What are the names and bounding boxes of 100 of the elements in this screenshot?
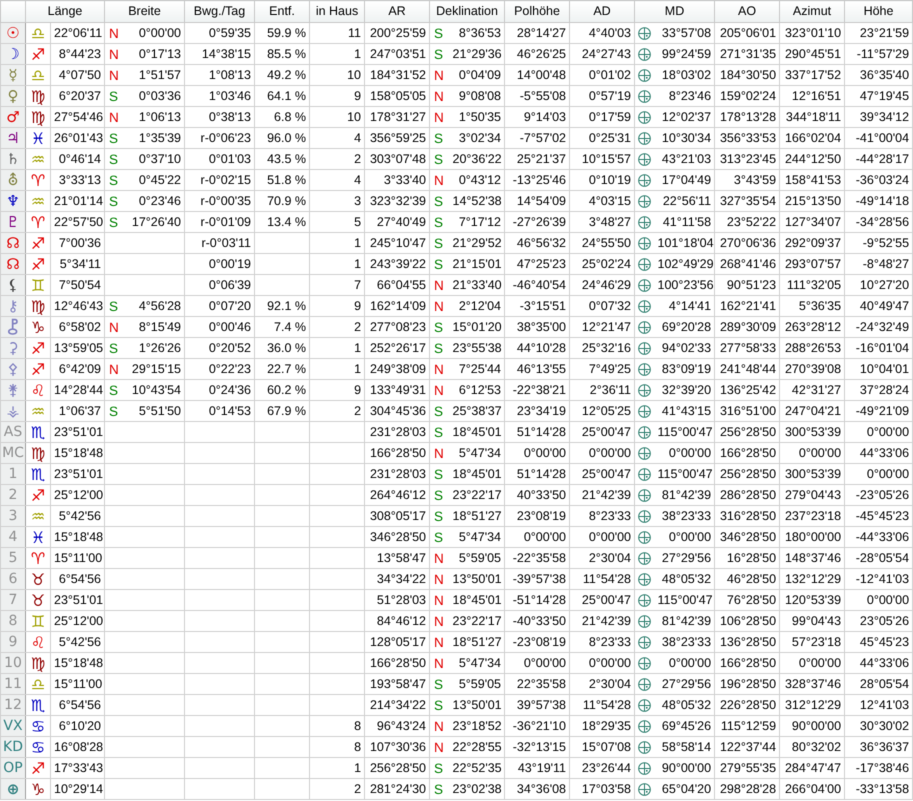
table-cell: 115°00'47 xyxy=(654,590,715,610)
table-cell: -24°32'49 xyxy=(844,316,913,338)
table-cell: 38°23'33 xyxy=(654,506,715,526)
table-cell: 0°10'19 xyxy=(570,170,635,190)
table-cell: 237°23'18 xyxy=(780,506,845,526)
column-header[interactable]: in Haus xyxy=(310,0,365,22)
table-cell: 0°00'00 xyxy=(504,526,570,548)
table-cell: -44°33'06 xyxy=(844,526,913,548)
zodiac-glyph: ♊ xyxy=(26,610,50,632)
table-cell: 69°45'26 xyxy=(654,716,715,736)
table-cell: 23°26'44 xyxy=(570,758,635,778)
table-cell: 4 xyxy=(310,128,365,148)
zodiac-glyph: ♓ xyxy=(26,526,50,548)
table-cell: 9 xyxy=(310,380,365,400)
zodiac-glyph: ♓ xyxy=(26,128,50,148)
table-cell: 6°20'37 xyxy=(50,86,105,106)
table-cell: 231°28'03 xyxy=(364,422,430,442)
table-cell: 313°23'45 xyxy=(714,148,780,170)
zodiac-glyph: ♍ xyxy=(26,296,50,316)
table-cell: 193°58'47 xyxy=(364,674,430,694)
table-cell: 81°42'39 xyxy=(654,610,715,632)
table-cell: 0°00'00 xyxy=(654,526,715,548)
table-cell: 7°25'44 xyxy=(450,358,505,380)
row-label: 2 xyxy=(0,484,26,506)
table-cell: 1°26'26 xyxy=(124,338,185,358)
table-cell: 252°26'17 xyxy=(364,338,430,358)
zodiac-glyph: ♈ xyxy=(26,170,50,190)
row-label: ♃ xyxy=(0,128,26,148)
circle-cross-icon xyxy=(638,594,652,607)
table-cell: 65°04'20 xyxy=(654,778,715,800)
circle-cross-icon xyxy=(638,384,652,397)
table-cell: 0°01'02 xyxy=(570,64,635,86)
circle-cross-icon xyxy=(638,236,652,250)
table-cell: 16°28'50 xyxy=(714,548,780,568)
column-header[interactable]: Bwg./Tag xyxy=(184,0,255,22)
circle-cross-icon xyxy=(638,698,652,712)
table-cell: 180°00'00 xyxy=(780,526,845,548)
table-cell: 356°59'25 xyxy=(364,128,430,148)
column-header[interactable]: Deklination xyxy=(430,0,505,22)
table-cell: 8°36'53 xyxy=(450,22,505,44)
table-cell: 205°06'01 xyxy=(714,22,780,44)
table-cell: 268°41'46 xyxy=(714,254,780,274)
table-cell: 0°06'39 xyxy=(184,274,255,296)
column-header[interactable]: Höhe xyxy=(844,0,913,22)
table-cell: 25°12'00 xyxy=(50,610,105,632)
column-header[interactable]: Entf. xyxy=(254,0,310,22)
table-cell: 184°31'52 xyxy=(364,64,430,86)
table-cell: 266°04'00 xyxy=(780,778,845,800)
table-cell: 2 xyxy=(310,778,365,800)
table-cell: -5°55'08 xyxy=(504,86,570,106)
row-label: KD xyxy=(0,736,26,758)
circle-cross-icon xyxy=(638,636,652,649)
table-cell: 243°39'22 xyxy=(364,254,430,274)
table-cell: r-0°03'11 xyxy=(184,232,255,254)
table-cell: 166°28'50 xyxy=(714,652,780,674)
table-cell: 162°14'09 xyxy=(364,296,430,316)
table-cell: 136°28'50 xyxy=(714,632,780,652)
table-cell: 106°28'50 xyxy=(714,610,780,632)
table-cell: 0°00'00 xyxy=(570,526,635,548)
table-cell: 2 xyxy=(310,316,365,338)
column-header[interactable]: AR xyxy=(364,0,430,22)
zodiac-glyph: ♑ xyxy=(26,316,50,338)
table-cell: 18°45'01 xyxy=(450,464,505,484)
table-cell: 18°29'35 xyxy=(570,716,635,736)
table-cell: 166°28'50 xyxy=(364,442,430,464)
column-header[interactable]: AD xyxy=(570,0,635,22)
table-cell: 64.1 % xyxy=(254,86,310,106)
table-cell: 15°01'20 xyxy=(450,316,505,338)
table-cell: 270°06'36 xyxy=(714,232,780,254)
table-cell: 12°05'25 xyxy=(570,400,635,422)
column-header[interactable]: Polhöhe xyxy=(504,0,570,22)
column-header[interactable]: AO xyxy=(714,0,780,22)
table-cell: 6°12'53 xyxy=(450,380,505,400)
column-header[interactable]: Länge xyxy=(26,0,105,22)
table-cell: 13°59'05 xyxy=(50,338,105,358)
table-cell: 1 xyxy=(310,44,365,64)
table-cell: 94°02'33 xyxy=(654,338,715,358)
table-cell: 12°46'43 xyxy=(50,296,105,316)
column-header[interactable]: Azimut xyxy=(780,0,845,22)
table-cell: 0°00'46 xyxy=(184,316,255,338)
table-cell: 83°09'19 xyxy=(654,358,715,380)
column-header[interactable]: MD xyxy=(634,0,715,22)
table-cell: 308°05'17 xyxy=(364,506,430,526)
table-cell: -7°57'02 xyxy=(504,128,570,148)
table-cell: 28°14'27 xyxy=(504,22,570,44)
table-cell: 7°50'54 xyxy=(50,274,105,296)
table-cell: 256°28'50 xyxy=(714,464,780,484)
circle-cross-icon xyxy=(638,68,652,82)
table-cell: 5°51'50 xyxy=(124,400,185,422)
row-label: VX xyxy=(0,716,26,736)
table-cell: 18°03'02 xyxy=(654,64,715,86)
zodiac-glyph: ♈ xyxy=(26,548,50,568)
table-cell: 127°34'07 xyxy=(780,212,845,232)
zodiac-glyph: ♏ xyxy=(26,694,50,716)
table-cell: 166°28'50 xyxy=(714,442,780,464)
zodiac-glyph: ♑ xyxy=(26,778,50,800)
column-header[interactable]: Breite xyxy=(104,0,185,22)
table-cell: 21°42'39 xyxy=(570,610,635,632)
table-cell: 23°22'17 xyxy=(450,484,505,506)
table-cell: 25°02'24 xyxy=(570,254,635,274)
